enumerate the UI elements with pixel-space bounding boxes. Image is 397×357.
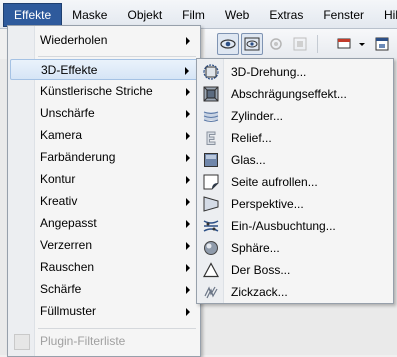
menu-item-wiederholen[interactable]: Wiederholen [10, 30, 198, 51]
menu-item-verzerren[interactable]: Verzerren [10, 235, 198, 256]
menu-separator [38, 56, 196, 57]
3d-rotate-icon [203, 64, 219, 80]
menu-item-label: Rauschen [40, 260, 95, 274]
bevel-icon [203, 86, 219, 102]
menu-item-kontur[interactable]: Kontur [10, 169, 198, 190]
submenu-item-label: 3D-Drehung... [231, 65, 307, 79]
pinch-punch-icon [203, 218, 219, 234]
submenu-arrow-icon [186, 176, 190, 184]
submenu-item-label: Der Boss... [231, 263, 291, 277]
disabled-tool-icon[interactable] [265, 33, 287, 55]
submenu-item-label: Glas... [231, 153, 266, 167]
submenu-arrow-icon [186, 308, 190, 316]
perspective-icon [203, 196, 219, 212]
submenu-item-label: Perspektive... [231, 197, 304, 211]
plugin-icon [14, 334, 30, 350]
submenu-arrow-icon [186, 37, 190, 45]
toolbar [205, 29, 397, 59]
view-eye-icon[interactable] [217, 33, 239, 55]
submenu-arrow-icon [186, 286, 190, 294]
submenu-item-zickzack[interactable]: Zickzack... [199, 281, 391, 303]
submenu-item-zylinder[interactable]: Zylinder... [199, 105, 391, 127]
submenu-item-glas[interactable]: Glas... [199, 149, 391, 171]
menu-item-label: Plugin-Filterliste [40, 334, 126, 348]
submenu-arrow-icon [186, 242, 190, 250]
menu-web[interactable]: Web [215, 4, 259, 26]
menu-item-schaerfe[interactable]: Schärfe [10, 279, 198, 300]
menu-item-kuenstlerische-striche[interactable]: Künstlerische Striche [10, 81, 198, 102]
submenu-item-3d-drehung[interactable]: 3D-Drehung... [199, 61, 391, 83]
menu-item-plugin-filterliste[interactable]: Plugin-Filterliste [10, 331, 198, 352]
submenu-item-label: Abschrägungseffekt... [231, 87, 347, 101]
cylinder-icon [203, 108, 219, 124]
submenu-arrow-icon [186, 198, 190, 206]
emboss-icon [203, 130, 219, 146]
submenu-arrow-icon [186, 264, 190, 272]
glass-icon [203, 152, 219, 168]
submenu-item-sphaere[interactable]: Sphäre... [199, 237, 391, 259]
menu-item-label: Füllmuster [40, 304, 97, 318]
menu-item-label: Farbänderung [40, 150, 116, 164]
submenu-arrow-icon [186, 220, 190, 228]
sphere-icon [203, 240, 219, 256]
submenu-item-label: Seite aufrollen... [231, 175, 318, 189]
menu-item-label: Kamera [40, 128, 83, 142]
submenu-3d-effekte: 3D-Drehung... Abschrägungseffekt... Zyli… [196, 58, 394, 304]
menu-separator [38, 328, 196, 329]
toolbar-separator [317, 35, 318, 53]
menu-item-label: Schärfe [40, 282, 82, 296]
menu-item-label: Kontur [40, 172, 76, 186]
chevron-down-icon[interactable] [355, 33, 367, 55]
submenu-item-seite-aufrollen[interactable]: Seite aufrollen... [199, 171, 391, 193]
menu-item-label: Unschärfe [40, 106, 95, 120]
submenu-item-ein-ausbuchtung[interactable]: Ein-/Ausbuchtung... [199, 215, 391, 237]
menu-item-label: Wiederholen [40, 33, 108, 47]
submenu-arrow-icon [186, 88, 190, 96]
window-icon[interactable] [371, 33, 393, 55]
page-curl-icon [203, 174, 219, 190]
menu-item-rauschen[interactable]: Rauschen [10, 257, 198, 278]
submenu-item-label: Relief... [231, 131, 272, 145]
submenu-item-der-boss[interactable]: Der Boss... [199, 259, 391, 281]
menu-item-label: Künstlerische Striche [40, 84, 153, 98]
effects-menu: Wiederholen 3D-Effekte Künstlerische Str… [7, 25, 201, 357]
submenu-item-label: Sphäre... [231, 241, 280, 255]
submenu-arrow-icon [186, 110, 190, 118]
menu-item-angepasst[interactable]: Angepasst [10, 213, 198, 234]
submenu-item-label: Ein-/Ausbuchtung... [231, 219, 336, 233]
menu-item-unschaerfe[interactable]: Unschärfe [10, 103, 198, 124]
submenu-arrow-icon [185, 67, 189, 75]
menu-extras[interactable]: Extras [259, 4, 313, 26]
submenu-arrow-icon [186, 132, 190, 140]
submenu-item-relief[interactable]: Relief... [199, 127, 391, 149]
menu-fenster[interactable]: Fenster [313, 4, 374, 26]
menu-film[interactable]: Film [172, 4, 215, 26]
menu-item-kreativ[interactable]: Kreativ [10, 191, 198, 212]
menu-item-farbaenderung[interactable]: Farbänderung [10, 147, 198, 168]
menu-effekte[interactable]: Effekte [3, 3, 63, 27]
the-boss-icon [203, 262, 219, 278]
menu-item-label: Angepasst [40, 216, 97, 230]
submenu-item-abschraegungseffekt[interactable]: Abschrägungseffekt... [199, 83, 391, 105]
submenu-item-perspektive[interactable]: Perspektive... [199, 193, 391, 215]
submenu-item-label: Zylinder... [231, 109, 284, 123]
color-picker-icon[interactable] [333, 33, 355, 55]
submenu-item-label: Zickzack... [231, 285, 288, 299]
menu-item-kamera[interactable]: Kamera [10, 125, 198, 146]
menu-item-label: Kreativ [40, 194, 78, 208]
view-eye-frame-icon[interactable] [241, 33, 263, 55]
menu-hilfe[interactable]: Hilfe [374, 4, 397, 26]
menu-maske[interactable]: Maske [62, 4, 117, 26]
disabled-grid-icon[interactable] [289, 33, 311, 55]
menu-objekt[interactable]: Objekt [117, 4, 172, 26]
zigzag-icon [203, 284, 219, 300]
submenu-arrow-icon [186, 154, 190, 162]
menu-item-label: 3D-Effekte [41, 63, 98, 77]
menu-item-label: Verzerren [40, 238, 93, 252]
menu-item-3d-effekte[interactable]: 3D-Effekte [10, 59, 198, 80]
menu-item-fuellmuster[interactable]: Füllmuster [10, 301, 198, 322]
